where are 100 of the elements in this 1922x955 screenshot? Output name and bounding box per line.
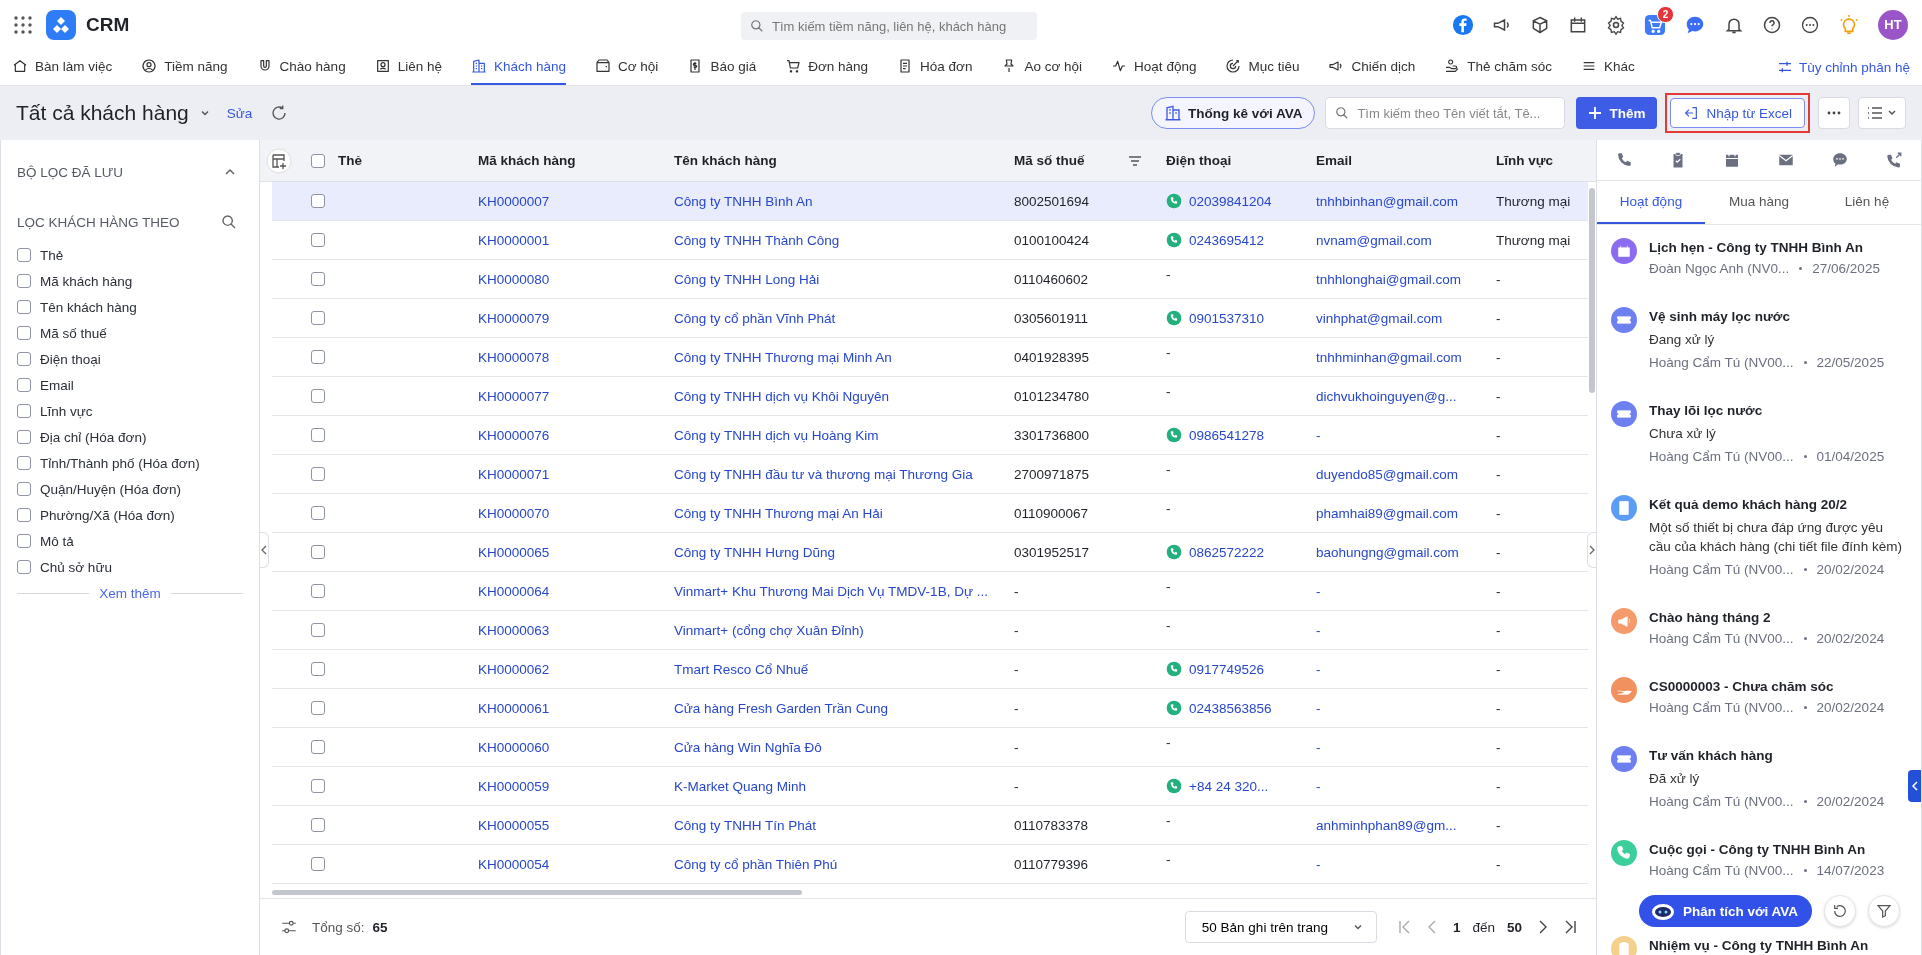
table-row[interactable]: KH0000077 Công ty TNHH dịch vụ Khôi Nguyên 0101234780 - dichvukhoinguyen@g... - — [272, 377, 1588, 416]
phone-icon[interactable] — [1166, 778, 1182, 794]
table-row[interactable]: KH0000060 Cửa hàng Win Nghĩa Đô - - - - — [272, 728, 1588, 767]
customer-code-link[interactable]: KH0000065 — [478, 544, 550, 560]
phone-link[interactable]: 0243695412 — [1189, 232, 1265, 248]
import-excel-button[interactable]: Nhập từ Excel — [1670, 98, 1805, 128]
customer-name-link[interactable]: Vinmart+ (cổng chợ Xuân Đỉnh) — [674, 622, 864, 638]
table-row[interactable]: KH0000054 Công ty cổ phần Thiên Phú 0110779396 - - - — [272, 845, 1588, 884]
email-link[interactable]: tnhhbinhan@gmail.com — [1316, 193, 1459, 209]
customer-code-link[interactable]: KH0000007 — [478, 193, 550, 209]
more-icon[interactable] — [1800, 14, 1820, 35]
box-icon[interactable] — [1530, 14, 1550, 35]
refresh-icon[interactable] — [270, 104, 289, 122]
phone-link[interactable]: 02039841204 — [1189, 193, 1272, 209]
panel-tab[interactable]: Liên hệ — [1813, 181, 1921, 224]
lightbulb-icon[interactable] — [1838, 13, 1860, 36]
nav-tab[interactable]: Đơn hàng — [785, 49, 869, 85]
user-avatar[interactable]: HT — [1878, 9, 1908, 40]
search-field[interactable]: Tìm kiếm theo Tên viết tắt, Tê... — [1325, 97, 1566, 129]
customer-code-link[interactable]: KH0000054 — [478, 856, 550, 872]
customer-code-link[interactable]: KH0000080 — [478, 271, 550, 287]
select-all-checkbox[interactable] — [311, 153, 325, 168]
nav-tab[interactable]: Cơ hội — [595, 49, 659, 85]
row-checkbox[interactable] — [311, 779, 325, 793]
activity-title[interactable]: Lịch hẹn - Công ty TNHH Bình An — [1649, 240, 1880, 255]
table-row[interactable]: KH0000076 Công ty TNHH dịch vụ Hoàng Kim 3301736800 0986541278 - - — [272, 416, 1588, 455]
add-button[interactable]: Thêm — [1576, 97, 1658, 129]
email-link[interactable]: anhminhphan89@gm... — [1316, 817, 1457, 833]
email-link[interactable]: dichvukhoinguyen@g... — [1316, 388, 1457, 404]
activity-title[interactable]: Cuộc gọi - Công ty TNHH Bình An — [1649, 842, 1885, 857]
email-link[interactable]: baohungng@gmail.com — [1316, 544, 1459, 560]
activity-title[interactable]: Chào hàng tháng 2 — [1649, 610, 1885, 625]
collapse-handle[interactable] — [260, 532, 269, 568]
calendar-icon[interactable] — [1723, 151, 1741, 169]
email-link[interactable]: tnhhlonghai@gmail.com — [1316, 271, 1462, 287]
customer-code-link[interactable]: KH0000063 — [478, 622, 550, 638]
customer-name-link[interactable]: Cửa hàng Win Nghĩa Đô — [674, 739, 822, 755]
row-checkbox[interactable] — [311, 350, 325, 364]
customer-name-link[interactable]: Công ty cổ phần Thiên Phú — [674, 856, 838, 872]
apps-grid-icon[interactable] — [14, 15, 32, 34]
activity-title[interactable]: Tư vấn khách hàng — [1649, 748, 1885, 763]
table-row[interactable]: KH0000061 Cửa hàng Fresh Garden Trần Cung - 02438563856 - - — [272, 689, 1588, 728]
customer-name-link[interactable]: Vinmart+ Khu Thương Mai Dịch Vụ TMDV-1B, Dự ... — [674, 583, 988, 599]
row-checkbox[interactable] — [311, 701, 325, 715]
checkbox[interactable] — [17, 404, 31, 418]
customer-name-link[interactable]: Tmart Resco Cổ Nhuế — [674, 661, 809, 677]
search-icon[interactable] — [221, 214, 237, 230]
table-row[interactable]: KH0000055 Công ty TNHH Tín Phát 0110783378 - anhminhphan89@gm... - — [272, 806, 1588, 845]
nav-tab[interactable]: Bàn làm việc — [12, 49, 113, 85]
activity-title[interactable]: Thay lõi lọc nước — [1649, 403, 1885, 418]
checkbox[interactable] — [17, 300, 31, 314]
phone-icon[interactable] — [1166, 544, 1182, 560]
customer-code-link[interactable]: KH0000001 — [478, 232, 550, 248]
edit-link[interactable]: Sửa — [226, 105, 253, 121]
checkbox[interactable] — [17, 430, 31, 444]
row-checkbox[interactable] — [311, 311, 325, 325]
email-link[interactable]: vinhphat@gmail.com — [1316, 310, 1443, 326]
row-checkbox[interactable] — [311, 389, 325, 403]
side-panel-toggle[interactable] — [1908, 770, 1921, 802]
customer-code-link[interactable]: KH0000061 — [478, 700, 550, 716]
email-link[interactable]: - — [1316, 583, 1321, 599]
row-checkbox[interactable] — [311, 545, 325, 559]
row-checkbox[interactable] — [311, 857, 325, 871]
customer-code-link[interactable]: KH0000077 — [478, 388, 550, 404]
reset-button[interactable] — [1824, 895, 1857, 927]
add-column-icon[interactable] — [266, 147, 292, 174]
checkbox[interactable] — [17, 248, 31, 262]
table-row[interactable]: KH0000001 Công ty TNHH Thành Công 0100100424 0243695412 nvnam@gmail.com Thương mại — [272, 221, 1588, 260]
table-row[interactable]: KH0000064 Vinmart+ Khu Thương Mai Dịch Vụ TMDV-1B, Dự ... - - - - — [272, 572, 1588, 611]
customer-code-link[interactable]: KH0000070 — [478, 505, 550, 521]
row-checkbox[interactable] — [311, 818, 325, 832]
table-row[interactable]: KH0000070 Công ty TNHH Thương mại An Hải 0110900067 - phamhai89@gmail.com - — [272, 494, 1588, 533]
row-checkbox[interactable] — [311, 272, 325, 286]
row-checkbox[interactable] — [311, 662, 325, 676]
activity-title[interactable]: CS0000003 - Chưa chăm sóc — [1649, 679, 1885, 694]
customer-name-link[interactable]: Công ty TNHH Thương mại An Hải — [674, 505, 883, 521]
activity-title[interactable]: Kết quả demo khách hàng 20/2 — [1649, 497, 1907, 512]
customer-name-link[interactable]: Công ty cổ phần Vĩnh Phát — [674, 310, 836, 326]
customer-name-link[interactable]: Công ty TNHH Tín Phát — [674, 817, 817, 833]
email-link[interactable]: - — [1316, 856, 1321, 872]
table-row[interactable]: KH0000071 Công ty TNHH đầu tư và thương mại Thương Gia 2700971875 - duyendo85@gmail.com - — [272, 455, 1588, 494]
nav-tab[interactable]: Tiềm năng — [141, 49, 228, 85]
customer-name-link[interactable]: Công ty TNHH Bình An — [674, 193, 813, 209]
customer-code-link[interactable]: KH0000060 — [478, 739, 550, 755]
phone-icon[interactable] — [1166, 661, 1182, 677]
column-header[interactable]: Thẻ — [338, 153, 362, 168]
phone-link[interactable]: 0917749526 — [1189, 661, 1265, 677]
customer-name-link[interactable]: Công ty TNHH Thành Công — [674, 232, 840, 248]
customer-code-link[interactable]: KH0000064 — [478, 583, 550, 599]
nav-tab[interactable]: Chiến dịch — [1328, 49, 1416, 85]
customer-code-link[interactable]: KH0000079 — [478, 310, 550, 326]
email-link[interactable]: - — [1316, 739, 1321, 755]
email-link[interactable]: - — [1316, 700, 1321, 716]
table-row[interactable]: KH0000063 Vinmart+ (cổng chợ Xuân Đỉnh) - - - - — [272, 611, 1588, 650]
customer-name-link[interactable]: Công ty TNHH đầu tư và thương mại Thương Gia — [674, 466, 973, 482]
email-link[interactable]: - — [1316, 427, 1321, 443]
row-checkbox[interactable] — [311, 623, 325, 637]
email-link[interactable]: phamhai89@gmail.com — [1316, 505, 1459, 521]
column-header[interactable]: Mã khách hàng — [478, 153, 576, 168]
email-link[interactable]: nvnam@gmail.com — [1316, 232, 1432, 248]
